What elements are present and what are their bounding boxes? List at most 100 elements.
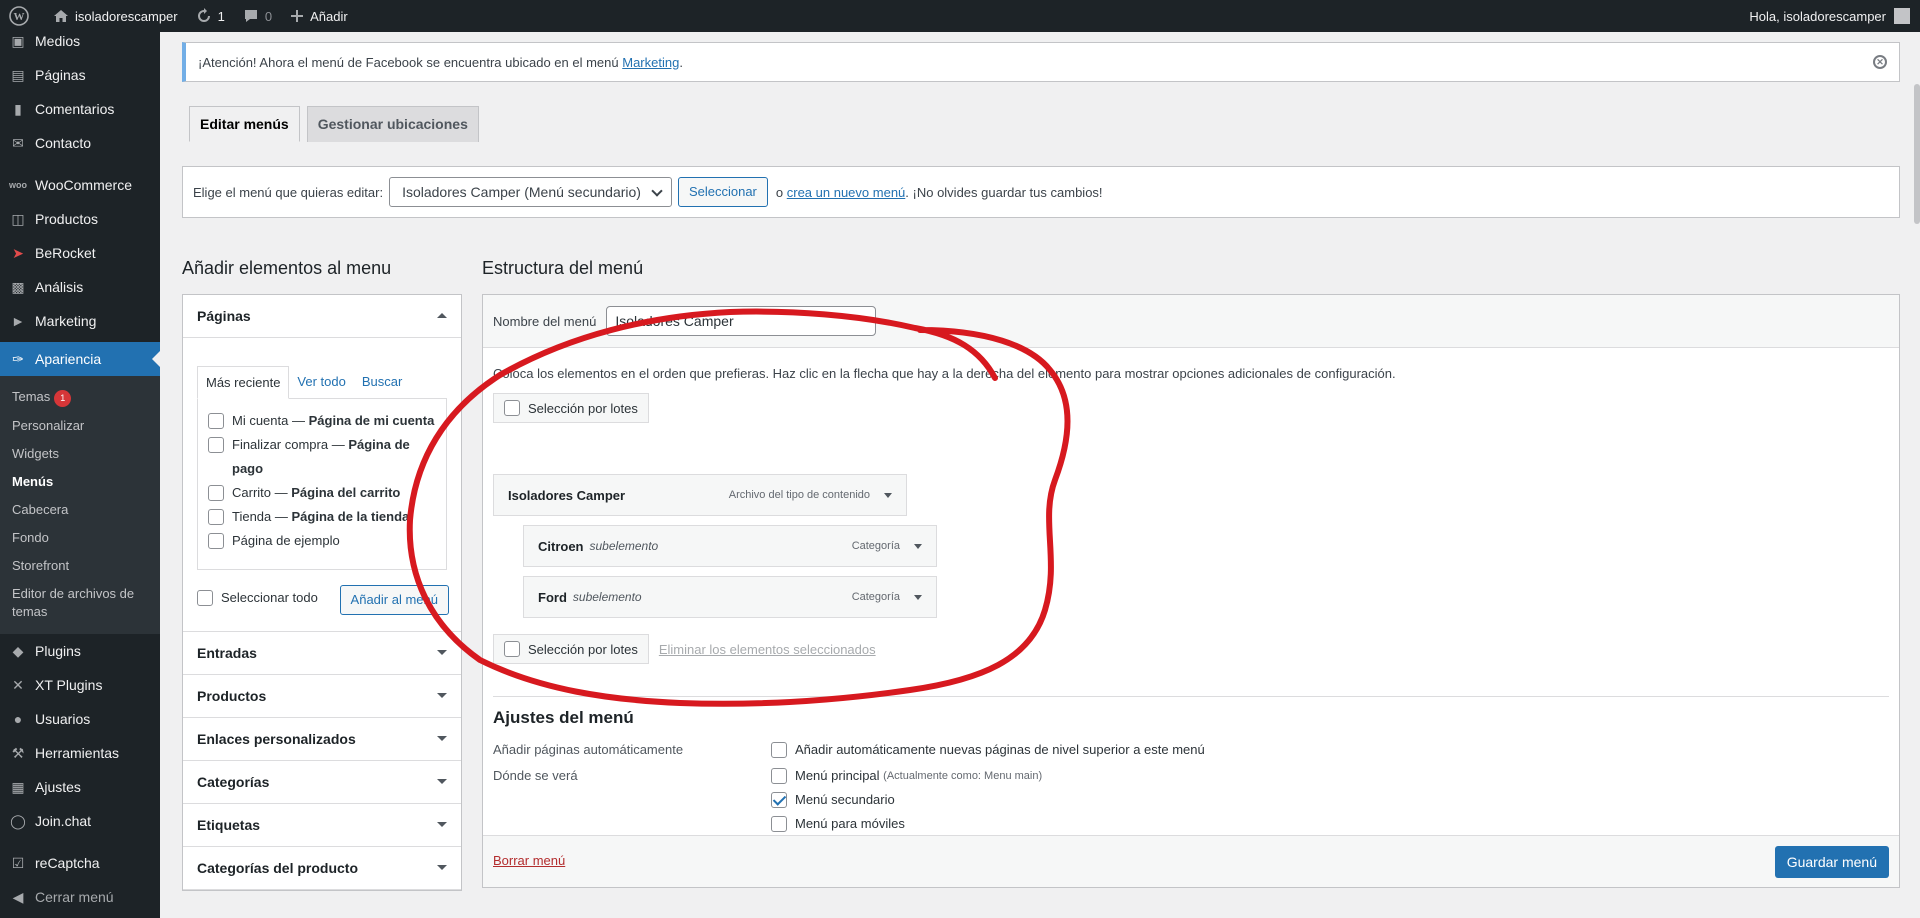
- home-icon: [54, 10, 68, 22]
- sidebar-item-ajustes[interactable]: ▦ Ajustes: [0, 770, 160, 804]
- select-all-checkbox[interactable]: [197, 590, 213, 606]
- submenu-theme-editor[interactable]: Editor de archivos de temas: [0, 580, 160, 626]
- menu-select[interactable]: Isoladores Camper (Menú secundario): [389, 177, 672, 207]
- collapse-menu-button[interactable]: ◀ Cerrar menú: [0, 880, 160, 914]
- comments-count: 0: [264, 8, 273, 24]
- add-to-menu-button[interactable]: Añadir al menú: [339, 585, 449, 615]
- pages-section-header[interactable]: Páginas: [183, 295, 461, 338]
- greeting: Hola, isoladorescamper: [1749, 8, 1886, 24]
- sidebar-item-recaptcha[interactable]: ☑ reCaptcha: [0, 846, 160, 880]
- bulk-select-bottom[interactable]: Selección por lotes: [493, 634, 649, 664]
- tab-view-all[interactable]: Ver todo: [289, 366, 353, 399]
- bulk-label: Selección por lotes: [528, 641, 638, 657]
- page-label: Tienda — Página de la tienda: [232, 509, 410, 524]
- close-icon[interactable]: ✕: [1873, 55, 1887, 69]
- bulk-select-top[interactable]: Selección por lotes: [493, 393, 649, 423]
- location-row: Menú para móviles: [771, 812, 1042, 836]
- sidebar-item-medios[interactable]: ▣ Medios: [0, 32, 160, 58]
- updates-link[interactable]: 1: [187, 0, 234, 32]
- page-checkbox[interactable]: [208, 437, 224, 453]
- create-menu-link[interactable]: crea un nuevo menú: [787, 185, 906, 200]
- submenu-menus[interactable]: Menús: [0, 468, 160, 496]
- chat-icon: ◯: [10, 812, 26, 829]
- section-productos[interactable]: Productos: [183, 675, 461, 718]
- item-toggle-icon[interactable]: [914, 595, 922, 605]
- menu-item-isoladores[interactable]: Isoladores Camper Archivo del tipo de co…: [493, 474, 907, 516]
- sidebar-item-comentarios[interactable]: ▮ Comentarios: [0, 92, 160, 126]
- item-toggle-icon[interactable]: [884, 493, 892, 503]
- menu-footer: Borrar menú Guardar menú: [483, 835, 1899, 887]
- item-sub: subelemento: [589, 539, 659, 553]
- sidebar-item-woocommerce[interactable]: woo WooCommerce: [0, 168, 160, 202]
- section-categorias[interactable]: Categorías: [183, 761, 461, 804]
- tab-search[interactable]: Buscar: [354, 366, 410, 399]
- section-etiquetas[interactable]: Etiquetas: [183, 804, 461, 847]
- location-row: Menú secundario: [771, 788, 1042, 812]
- save-menu-button[interactable]: Guardar menú: [1774, 846, 1889, 878]
- location-checkbox[interactable]: [771, 768, 787, 784]
- item-toggle-icon[interactable]: [914, 544, 922, 554]
- submenu-fondo[interactable]: Fondo: [0, 524, 160, 552]
- page-checkbox[interactable]: [208, 509, 224, 525]
- sidebar-item-analisis[interactable]: ▩ Análisis: [0, 270, 160, 304]
- comments-link[interactable]: 0: [234, 0, 281, 32]
- brush-icon: ✑: [12, 350, 24, 367]
- pages-icon: ▤: [11, 66, 25, 83]
- marketing-link[interactable]: Marketing: [622, 55, 679, 70]
- page-checkbox[interactable]: [208, 413, 224, 429]
- delete-selected-link[interactable]: Eliminar los elementos seleccionados: [659, 642, 876, 657]
- sidebar-item-xt-plugins[interactable]: ✕ XT Plugins: [0, 668, 160, 702]
- select-button[interactable]: Seleccionar: [677, 177, 768, 207]
- sidebar-item-label: Productos: [35, 211, 99, 227]
- location-checkbox[interactable]: [771, 792, 787, 808]
- sidebar-item-contacto[interactable]: ✉ Contacto: [0, 126, 160, 160]
- tab-edit-menus[interactable]: Editar menús: [189, 106, 300, 142]
- menu-item-citroen[interactable]: Citroen subelemento Categoría: [523, 525, 937, 567]
- section-categorias-producto[interactable]: Categorías del producto: [183, 847, 461, 890]
- bulk-checkbox[interactable]: [504, 400, 520, 416]
- wordpress-logo[interactable]: W: [0, 0, 44, 32]
- sidebar-item-apariencia[interactable]: ✑ Apariencia: [0, 342, 160, 376]
- sidebar-item-berocket[interactable]: ➤ BeRocket: [0, 236, 160, 270]
- page-checkbox[interactable]: [208, 533, 224, 549]
- page-checkbox[interactable]: [208, 485, 224, 501]
- sidebar-item-herramientas[interactable]: ⚒ Herramientas: [0, 736, 160, 770]
- sidebar-item-label: Usuarios: [35, 711, 91, 727]
- sidebar-item-productos[interactable]: ◫ Productos: [0, 202, 160, 236]
- location-label: Menú principal: [795, 768, 880, 783]
- item-sub: subelemento: [572, 590, 642, 604]
- menu-name-label: Nombre del menú: [493, 313, 597, 329]
- submenu-temas[interactable]: Temas 1: [0, 383, 160, 412]
- pages-section-body: Más reciente Ver todo Buscar Mi cuenta —…: [183, 338, 461, 632]
- section-enlaces[interactable]: Enlaces personalizados: [183, 718, 461, 761]
- sidebar-item-paginas[interactable]: ▤ Páginas: [0, 58, 160, 92]
- submenu-cabecera[interactable]: Cabecera: [0, 496, 160, 524]
- auto-add-checkbox[interactable]: [771, 742, 787, 758]
- submenu-widgets[interactable]: Widgets: [0, 440, 160, 468]
- location-checkbox[interactable]: [771, 816, 787, 832]
- sidebar-item-usuarios[interactable]: ● Usuarios: [0, 702, 160, 736]
- submenu-personalizar[interactable]: Personalizar: [0, 412, 160, 440]
- menu-name-input[interactable]: Isoladores Camper: [606, 306, 877, 336]
- sidebar-item-joinchat[interactable]: ◯ Join.chat: [0, 804, 160, 838]
- woo-icon: woo: [9, 180, 27, 190]
- tab-manage-locations[interactable]: Gestionar ubicaciones: [306, 106, 479, 142]
- new-label: Añadir: [310, 8, 348, 24]
- submenu-label: Temas: [12, 389, 51, 404]
- scrollbar[interactable]: [1914, 84, 1920, 224]
- sidebar-item-marketing[interactable]: ► Marketing: [0, 304, 160, 338]
- account-menu[interactable]: Hola, isoladorescamper: [1749, 8, 1920, 24]
- location-note: (Actualmente como: Menu main): [883, 770, 1043, 782]
- pages-tabs: Más reciente Ver todo Buscar: [197, 366, 447, 399]
- site-name-link[interactable]: isoladorescamper: [44, 0, 187, 32]
- menu-item-ford[interactable]: Ford subelemento Categoría: [523, 576, 937, 618]
- tab-most-recent[interactable]: Más reciente: [197, 366, 290, 399]
- bulk-checkbox[interactable]: [504, 641, 520, 657]
- section-entradas[interactable]: Entradas: [183, 632, 461, 675]
- new-content-link[interactable]: Añadir: [281, 0, 357, 32]
- submenu-storefront[interactable]: Storefront: [0, 552, 160, 580]
- section-label: Categorías: [197, 774, 270, 790]
- delete-menu-link[interactable]: Borrar menú: [493, 853, 565, 868]
- sidebar-item-plugins[interactable]: ◆ Plugins: [0, 634, 160, 668]
- comment-icon: [244, 10, 257, 22]
